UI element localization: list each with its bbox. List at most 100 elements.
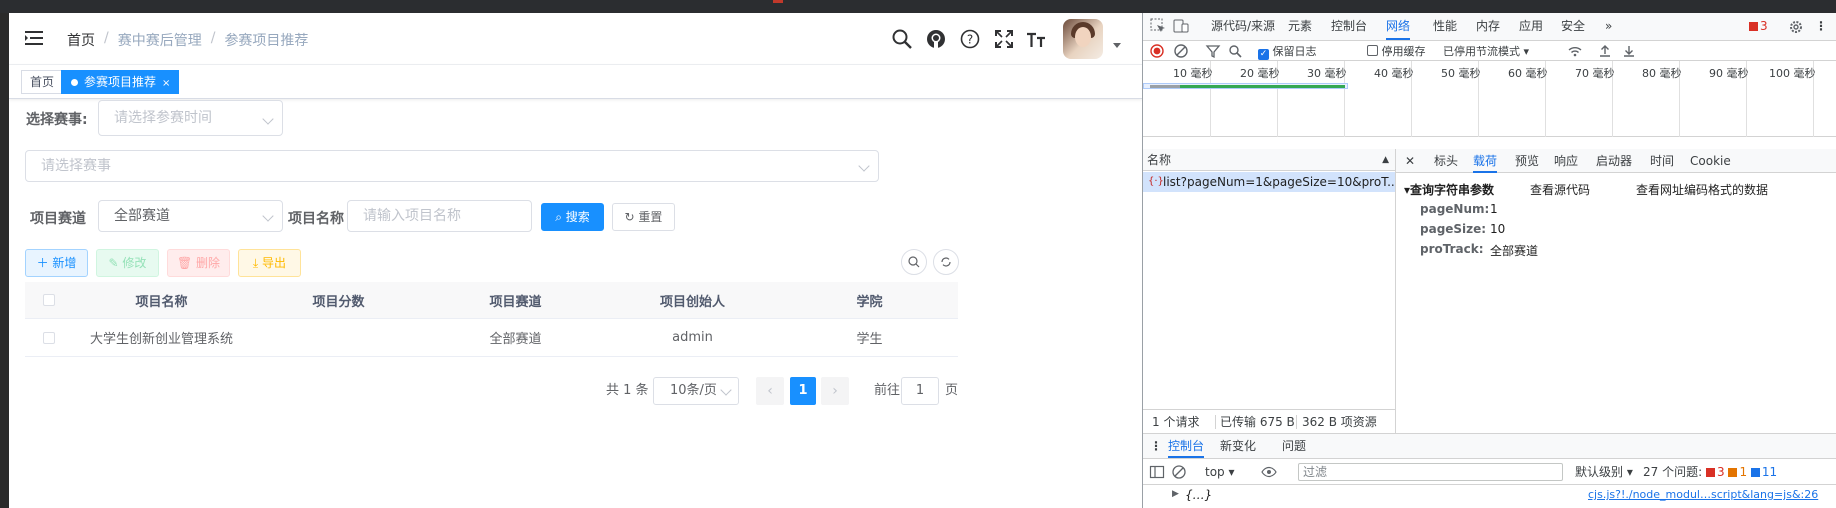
font-size-icon[interactable] (1025, 28, 1047, 50)
prev-page-button[interactable]: ‹ (756, 377, 784, 405)
column-header[interactable]: 项目名称 (73, 282, 250, 318)
network-timeline[interactable]: 10 毫秒 20 毫秒 30 毫秒 40 毫秒 50 毫秒 60 毫秒 70 毫… (1143, 61, 1836, 137)
name-column-header[interactable]: 名称 ▲ (1143, 149, 1395, 171)
tag-home[interactable]: 首页 (21, 70, 64, 94)
edit-button[interactable]: ✎ 修改 (96, 249, 159, 277)
issues-counter[interactable]: 27 个问题: 3 1 11 (1643, 459, 1777, 485)
clear-icon[interactable] (1173, 43, 1189, 59)
event-time-select[interactable]: 请选择参赛时间 (98, 100, 283, 136)
filter-icon[interactable] (1205, 43, 1221, 59)
navbar: 首页 / 赛中赛后管理 / 参赛项目推荐 ? (9, 13, 1142, 65)
query-params-section[interactable]: ▾查询字符串参数 (1404, 181, 1494, 198)
column-header[interactable]: 项目赛道 (427, 282, 604, 318)
expand-triangle-icon[interactable]: ▶ (1172, 489, 1179, 499)
tab-headers[interactable]: 标头 (1434, 149, 1458, 173)
tab-payload[interactable]: 载荷 (1473, 149, 1498, 173)
github-icon[interactable] (925, 28, 947, 50)
column-header[interactable]: 学院 (781, 282, 958, 318)
avatar[interactable] (1063, 19, 1103, 59)
reset-button[interactable]: ↻ 重置 (612, 203, 675, 231)
column-header[interactable]: 项目分数 (250, 282, 427, 318)
tab-memory[interactable]: 内存 (1476, 13, 1500, 40)
view-source-link[interactable]: 查看源代码 (1530, 181, 1590, 198)
refresh-table-button[interactable] (933, 249, 959, 275)
table-row[interactable]: 大学生创新创业管理系统 全部赛道 admin 学生 (25, 319, 958, 357)
search-icon[interactable] (891, 28, 913, 50)
eye-icon[interactable] (1261, 464, 1277, 480)
request-row[interactable]: {·} list?pageNum=1&pageSize=10&proT... (1143, 172, 1395, 192)
chevron-down-icon[interactable] (1113, 43, 1121, 48)
wifi-settings-icon[interactable] (1567, 43, 1583, 59)
tab-cookie[interactable]: Cookie (1690, 149, 1731, 173)
console-source-link[interactable]: cjs.js?!./node_modul…script&lang=js&:26 (1588, 488, 1818, 501)
menu-icon[interactable] (25, 30, 43, 46)
view-url-encoded-link[interactable]: 查看网址编码格式的数据 (1636, 181, 1768, 198)
console-filter-input[interactable]: 过滤 (1298, 463, 1563, 481)
next-page-button[interactable]: › (821, 377, 849, 405)
timeline-tick: 40 毫秒 (1374, 67, 1414, 80)
goto-page-input[interactable]: 1 (901, 377, 939, 405)
sidebar-toggle-icon[interactable] (1149, 464, 1165, 480)
breadcrumb-competition-mgmt[interactable]: 赛中赛后管理 (118, 30, 202, 50)
export-button[interactable]: ⤓ 导出 (238, 249, 301, 277)
breadcrumb: 首页 / 赛中赛后管理 / 参赛项目推荐 (67, 30, 308, 50)
track-select[interactable]: 全部赛道 (98, 200, 283, 232)
toggle-search-button[interactable] (901, 249, 927, 275)
tab-elements[interactable]: 元素 (1288, 13, 1312, 40)
breadcrumb-home[interactable]: 首页 (67, 30, 95, 50)
timeline-bar-download (1180, 85, 1345, 88)
delete-button[interactable]: 🗑 删除 (167, 249, 230, 277)
inspect-icon[interactable] (1150, 18, 1166, 34)
search-button[interactable]: ⌕ 搜索 (541, 203, 604, 231)
search-icon[interactable] (1227, 43, 1243, 59)
fullscreen-icon[interactable] (993, 28, 1015, 50)
tab-application[interactable]: 应用 (1519, 13, 1543, 40)
error-badge[interactable]: 3 (1749, 13, 1768, 40)
cell-college: 学生 (856, 332, 883, 347)
tag-active-project-recommend[interactable]: 参赛项目推荐 × (61, 70, 180, 94)
device-toolbar-icon[interactable] (1173, 18, 1189, 34)
kebab-menu-icon[interactable]: ⋮ (1815, 13, 1827, 40)
record-icon[interactable] (1149, 43, 1165, 59)
clear-console-icon[interactable] (1171, 464, 1187, 480)
project-name-input[interactable]: 请输入项目名称 (347, 200, 532, 232)
page-number[interactable]: 1 (790, 377, 816, 405)
event-select[interactable]: 请选择赛事 (25, 150, 879, 182)
tab-preview[interactable]: 预览 (1515, 149, 1539, 173)
tab-timing[interactable]: 时间 (1650, 149, 1674, 173)
upload-icon[interactable] (1597, 43, 1613, 59)
drawer-tab-issues[interactable]: 问题 (1282, 434, 1306, 458)
gear-icon[interactable] (1788, 19, 1804, 35)
trash-icon: 🗑 (176, 256, 197, 270)
column-header[interactable]: 项目创始人 (604, 282, 781, 318)
log-level-select[interactable]: 默认级别 ▾ (1575, 459, 1633, 485)
tab-console[interactable]: 控制台 (1331, 13, 1367, 40)
drawer-menu-icon[interactable]: ⋮ (1150, 434, 1162, 458)
close-icon[interactable]: × (162, 78, 170, 89)
download-icon[interactable] (1621, 43, 1637, 59)
more-tabs-icon[interactable]: » (1605, 13, 1612, 40)
param-value: 全部赛道 (1490, 244, 1539, 258)
tab-initiator[interactable]: 启动器 (1596, 149, 1632, 173)
tags-view: 首页 参赛项目推荐 × (9, 65, 1142, 99)
timeline-tick: 100 毫秒 (1769, 67, 1816, 80)
tab-performance[interactable]: 性能 (1433, 13, 1457, 40)
close-icon[interactable]: ✕ (1405, 149, 1415, 173)
page-size-select[interactable]: 10条/页 (653, 377, 739, 405)
breadcrumb-current: 参赛项目推荐 (224, 33, 309, 49)
tab-network[interactable]: 网络 (1386, 13, 1411, 40)
breadcrumb-separator: / (104, 30, 109, 46)
context-select[interactable]: top ▾ (1205, 459, 1235, 485)
row-checkbox[interactable] (25, 319, 73, 356)
console-entry[interactable]: {…} (1185, 488, 1212, 502)
drawer-tab-console[interactable]: 控制台 (1168, 434, 1205, 458)
question-icon[interactable]: ? (959, 28, 981, 50)
tab-security[interactable]: 安全 (1561, 13, 1585, 40)
drawer-tab-whats-new[interactable]: 新变化 (1220, 434, 1256, 458)
add-button[interactable]: ＋ 新增 (25, 249, 88, 277)
resource-size: 362 B 项资源 (1302, 415, 1377, 429)
tab-response[interactable]: 响应 (1554, 149, 1578, 173)
select-all-checkbox[interactable] (25, 282, 73, 318)
drawer-tabs: ⋮ 控制台 新变化 问题 (1143, 433, 1836, 459)
tab-sources[interactable]: 源代码/来源 (1211, 13, 1275, 40)
